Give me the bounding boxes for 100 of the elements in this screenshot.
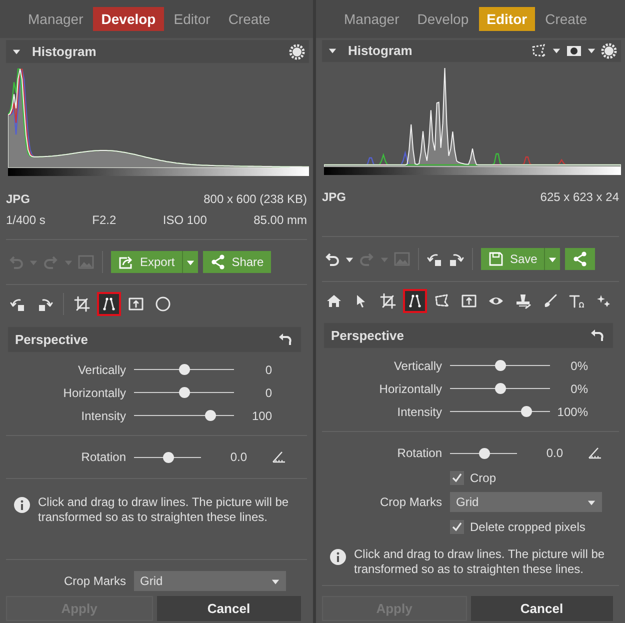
caret-icon[interactable] — [328, 46, 337, 56]
slider-value: 0.0 — [229, 450, 247, 464]
circle-icon — [155, 296, 171, 312]
mode-tab[interactable]: Manager — [336, 6, 408, 31]
share-button[interactable] — [565, 248, 596, 270]
caret-icon[interactable] — [552, 46, 561, 56]
slider-label: Rotation — [80, 450, 127, 464]
rotate-left-icon — [10, 296, 26, 312]
slider-value: 100% — [556, 404, 588, 419]
mode-tab[interactable]: Manager — [20, 7, 92, 31]
file-type: JPG — [6, 192, 30, 206]
exif-value: 1/400 s — [6, 213, 46, 227]
dropdown-label: Crop Marks — [62, 574, 127, 588]
exif-value: ISO 100 — [162, 213, 207, 227]
file-type: JPG — [322, 190, 346, 204]
cancel-button[interactable]: Cancel — [156, 596, 301, 621]
rotate-right-icon[interactable] — [448, 251, 464, 268]
slider-label: Vertically — [392, 358, 443, 373]
info-icon — [14, 497, 30, 513]
checkbox[interactable] — [450, 470, 464, 485]
ruler-icon[interactable] — [587, 445, 603, 462]
slider-label: Horizontally — [62, 386, 127, 400]
share-icon — [210, 254, 226, 270]
share-button[interactable]: Share — [202, 251, 271, 273]
slider-value: 0.0 — [545, 446, 563, 460]
share-icon — [572, 251, 588, 268]
slider-thumb[interactable] — [478, 448, 490, 459]
slider-thumb[interactable] — [179, 364, 190, 375]
slider-label: Intensity — [80, 408, 127, 422]
slider-thumb[interactable] — [521, 406, 532, 418]
mode-tab[interactable]: Editor — [166, 7, 218, 31]
selection-icon — [434, 292, 450, 309]
caret-icon — [186, 258, 195, 266]
exif-value: 85.00 mm — [254, 213, 307, 227]
crop-icon — [380, 292, 396, 309]
caret-icon — [271, 576, 280, 586]
perspective-icon — [407, 292, 423, 309]
mode-tab[interactable]: Editor — [478, 6, 536, 31]
section-title: Histogram — [32, 44, 96, 59]
settings-icon[interactable] — [601, 42, 617, 59]
slider-thumb[interactable] — [495, 383, 506, 394]
info-text: Click and drag to draw lines. The picture will be transformed so as to straighten these lines. — [354, 547, 606, 577]
slider-label: Rotation — [396, 446, 443, 460]
stamp-icon — [515, 292, 531, 309]
reset-icon[interactable] — [277, 332, 293, 348]
info-text: Click and drag to draw lines. The picture will be transformed so as to straighten these lines. — [38, 495, 290, 525]
sparkle-icon — [596, 292, 612, 309]
ruler-icon[interactable] — [271, 449, 287, 465]
settings-icon[interactable] — [289, 44, 305, 60]
section-title: Perspective — [15, 332, 88, 347]
mode-tab[interactable]: Create — [537, 6, 596, 31]
level-icon — [461, 292, 477, 309]
slider-label: Horizontally — [378, 382, 443, 396]
reset-icon[interactable] — [589, 328, 605, 344]
mode-tab[interactable]: Develop — [409, 6, 477, 31]
image-dimensions: 625 x 623 x 24 — [540, 190, 619, 204]
image-dimensions: 800 x 600 (238 KB) — [204, 192, 307, 206]
dropdown-label: Crop Marks — [378, 495, 443, 510]
selection-icon[interactable] — [531, 42, 547, 59]
caret-icon[interactable] — [12, 47, 21, 56]
text-icon — [569, 292, 585, 309]
mode-tab[interactable]: Create — [220, 7, 278, 31]
caret-icon — [548, 254, 558, 264]
checkbox-label: Crop — [470, 470, 496, 485]
floppy-icon — [488, 251, 504, 268]
slider-thumb[interactable] — [495, 360, 506, 372]
slider-thumb[interactable] — [162, 452, 174, 462]
crop-marks-dropdown[interactable]: Grid — [134, 571, 286, 591]
export-icon — [118, 254, 134, 270]
caret-icon[interactable] — [587, 46, 596, 56]
checkbox[interactable] — [450, 520, 464, 534]
slider-value: 0 — [264, 362, 272, 376]
info-icon — [330, 549, 346, 565]
crop-icon — [74, 296, 90, 312]
slider-thumb[interactable] — [179, 387, 190, 398]
caret-icon[interactable] — [345, 254, 354, 264]
brush-icon — [542, 292, 558, 309]
caret-icon — [587, 498, 596, 507]
checkbox-label: Delete cropped pixels — [470, 520, 586, 534]
section-title: Histogram — [348, 43, 412, 58]
rotate-left-icon[interactable] — [427, 251, 443, 268]
slider-value: 0% — [570, 358, 588, 373]
level-icon — [128, 296, 144, 312]
tool-button[interactable] — [97, 292, 121, 316]
slider-value: 0 — [264, 386, 272, 400]
tool-button[interactable] — [403, 288, 427, 313]
slider-label: Vertically — [76, 362, 127, 376]
rotate-right-icon — [37, 296, 53, 312]
section-title: Perspective — [331, 328, 404, 344]
perspective-icon — [101, 296, 117, 312]
cancel-button[interactable]: Cancel — [470, 596, 613, 621]
home-icon — [326, 292, 342, 309]
crop-marks-dropdown[interactable]: Grid — [450, 492, 602, 512]
slider-thumb[interactable] — [205, 410, 216, 421]
exif-value: F2.2 — [92, 213, 116, 227]
slider-value: 0% — [570, 382, 588, 396]
undo-icon[interactable] — [324, 251, 340, 268]
slider-value: 100 — [250, 408, 272, 422]
mode-tab[interactable]: Develop — [93, 7, 164, 31]
slider-label: Intensity — [396, 404, 443, 419]
